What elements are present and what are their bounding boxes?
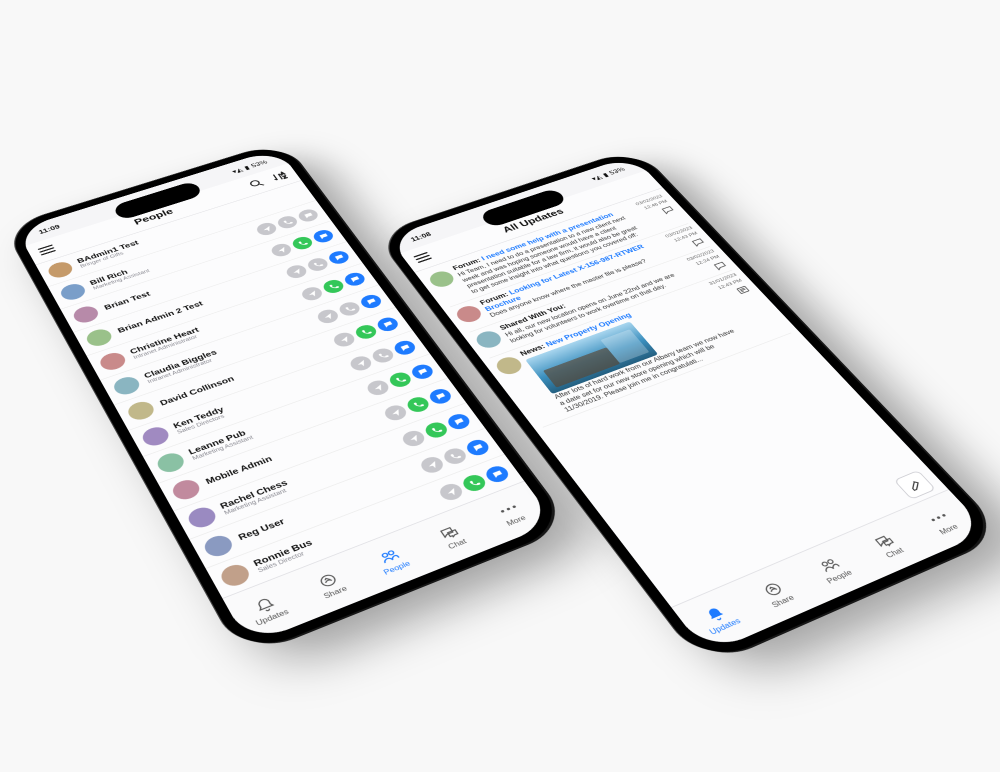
navigate-icon[interactable] [382,403,410,423]
avatar [111,374,143,397]
call-icon[interactable] [441,446,470,467]
avatar [217,561,253,589]
news-icon[interactable] [733,284,752,296]
wifi-icon: ▾◭ [231,166,245,175]
wifi-icon: ▾◭ [590,174,604,183]
menu-icon[interactable] [38,244,56,255]
avatar [493,354,526,377]
chat-icon[interactable] [445,412,473,432]
avatar [71,304,102,326]
avatar [169,477,203,503]
status-time: 11:08 [409,231,432,243]
navigate-icon[interactable] [284,263,310,280]
chat-icon[interactable] [409,362,436,381]
avatar [154,450,188,475]
call-icon[interactable] [290,235,315,252]
comment-icon[interactable] [659,204,677,215]
avatar [45,260,75,281]
call-icon[interactable] [369,346,396,365]
call-icon[interactable] [305,256,331,273]
avatar [472,328,504,350]
call-icon[interactable] [275,214,300,230]
call-icon[interactable] [460,472,489,493]
sort-icon[interactable]: AZ [268,170,290,184]
svg-text:Z: Z [283,175,289,180]
chat-icon[interactable] [296,207,321,223]
avatar [97,350,129,373]
navigate-icon[interactable] [364,378,392,397]
call-icon[interactable] [422,420,450,440]
chat-icon[interactable] [358,293,384,311]
avatar [185,504,220,531]
avatar [201,532,236,559]
navigate-icon[interactable] [254,221,279,237]
navigate-icon[interactable] [436,481,465,503]
chat-icon[interactable] [463,437,492,458]
battery-pct: 53% [250,159,269,169]
chat-icon[interactable] [342,271,368,288]
chat-icon[interactable] [374,315,401,333]
battery-icon: ▮ [243,164,251,171]
chat-icon[interactable] [391,338,418,357]
status-time: 11:09 [38,224,62,236]
call-icon[interactable] [336,300,362,318]
call-icon[interactable] [321,278,347,295]
navigate-icon[interactable] [331,330,358,348]
navigate-icon[interactable] [269,242,294,259]
navigate-icon[interactable] [347,354,374,373]
avatar [125,399,158,423]
avatar [453,303,485,324]
call-icon[interactable] [387,370,414,389]
search-icon[interactable] [246,177,268,191]
battery-pct: 53% [608,166,627,176]
comment-icon[interactable] [711,260,730,272]
navigate-icon[interactable] [418,454,447,475]
avatar [58,281,88,302]
avatar [139,424,172,448]
chat-icon[interactable] [326,249,352,266]
avatar [84,327,115,349]
call-icon[interactable] [353,323,380,341]
comment-icon[interactable] [689,236,707,248]
chat-icon[interactable] [426,387,454,407]
navigate-icon[interactable] [299,285,325,303]
call-icon[interactable] [404,395,432,415]
chat-icon[interactable] [311,228,336,244]
avatar [426,269,457,290]
navigate-icon[interactable] [399,428,427,448]
menu-icon[interactable] [413,252,432,263]
chat-icon[interactable] [483,464,512,485]
navigate-icon[interactable] [315,307,341,325]
